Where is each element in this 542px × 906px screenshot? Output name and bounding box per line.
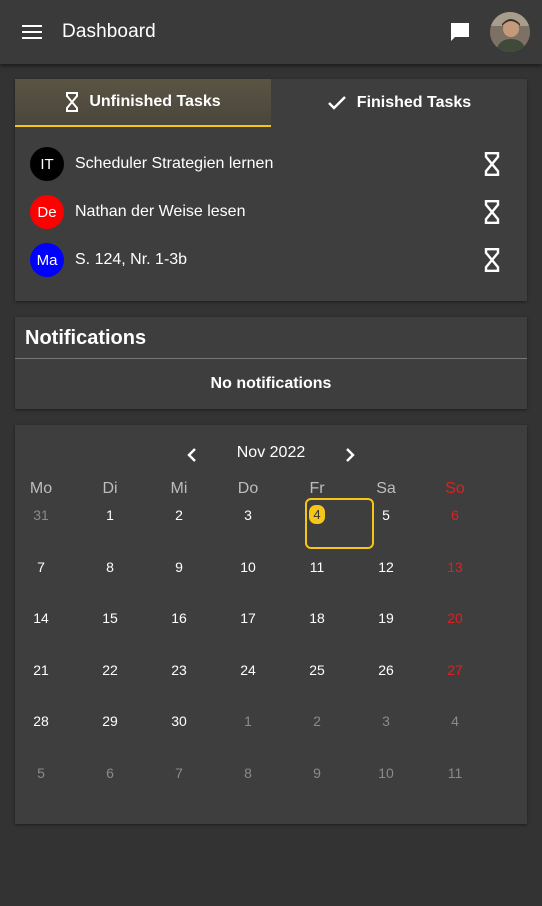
calendar-day[interactable]: 11 [297,559,337,575]
hourglass-icon [66,92,79,112]
calendar-day[interactable]: 28 [21,713,61,729]
hourglass-icon[interactable] [483,152,501,176]
check-icon [327,96,346,110]
page-title: Dashboard [62,21,156,42]
calendar-day[interactable]: 4 [297,505,337,524]
calendar-header: Nov 2022 [15,443,527,467]
calendar-day[interactable]: 30 [159,713,199,729]
calendar-day[interactable]: 2 [159,507,199,523]
calendar-day[interactable]: 23 [159,662,199,678]
calendar-day[interactable]: 3 [228,507,268,523]
calendar-day[interactable]: 11 [435,765,475,781]
menu-icon [22,25,42,39]
calendar-day[interactable]: 29 [90,713,130,729]
selected-day-chip: 4 [309,505,325,524]
avatar[interactable] [490,12,530,52]
calendar-day[interactable]: 21 [21,662,61,678]
calendar-day[interactable]: 22 [90,662,130,678]
task-label: Scheduler Strategien lernen [75,155,274,172]
hourglass-icon[interactable] [483,248,501,272]
weekday-label: Mo [29,480,53,497]
calendar-day[interactable]: 8 [90,559,130,575]
calendar-day[interactable]: 20 [435,610,475,626]
task-label: Nathan der Weise lesen [75,203,246,220]
task-tabs: Unfinished Tasks Finished Tasks [15,79,527,127]
calendar-day[interactable]: 1 [90,507,130,523]
list-item[interactable]: De Nathan der Weise lesen [15,190,527,238]
calendar-day[interactable]: 10 [228,559,268,575]
task-label: S. 124, Nr. 1-3b [75,251,188,268]
calendar-day[interactable]: 25 [297,662,337,678]
subject-avatar: De [30,195,64,229]
notifications-card: Notifications No notifications [15,317,527,409]
calendar-day[interactable]: 5 [21,765,61,781]
calendar-day[interactable]: 15 [90,610,130,626]
chat-button[interactable] [446,18,474,46]
chat-icon [451,23,469,41]
subject-avatar: Ma [30,243,64,277]
calendar-day[interactable]: 14 [21,610,61,626]
menu-button[interactable] [14,18,50,46]
tab-finished-tasks[interactable]: Finished Tasks [271,79,527,127]
calendar-day[interactable]: 5 [366,507,406,523]
chevron-left-icon [187,448,196,462]
tab-label: Unfinished Tasks [89,93,221,110]
task-list: IT Scheduler Strategien lernen De Nathan… [15,127,527,286]
calendar-day[interactable]: 6 [435,507,475,523]
chevron-right-icon [346,448,355,462]
tab-label: Finished Tasks [356,94,472,111]
calendar-day[interactable]: 24 [228,662,268,678]
calendar-day[interactable]: 13 [435,559,475,575]
app-bar: Dashboard [0,0,542,64]
calendar-day[interactable]: 2 [297,713,337,729]
calendar-day[interactable]: 31 [21,507,61,523]
notifications-title: Notifications [15,317,527,359]
calendar-day[interactable]: 6 [90,765,130,781]
weekday-label: Do [237,480,259,497]
calendar-day[interactable]: 1 [228,713,268,729]
weekday-label: So [445,480,465,497]
notifications-empty-text: No notifications [210,375,332,392]
weekday-label: Fr [309,480,325,497]
tab-unfinished-tasks[interactable]: Unfinished Tasks [15,79,271,127]
user-photo-icon [490,12,530,52]
next-month-button[interactable] [340,445,360,465]
calendar-month-label: Nov 2022 [236,444,306,461]
list-item[interactable]: IT Scheduler Strategien lernen [15,142,527,190]
calendar-day[interactable]: 27 [435,662,475,678]
list-item[interactable]: Ma S. 124, Nr. 1-3b [15,238,527,286]
calendar-day[interactable]: 7 [21,559,61,575]
calendar-day[interactable]: 9 [159,559,199,575]
calendar-day[interactable]: 4 [435,713,475,729]
subject-avatar: IT [30,147,64,181]
previous-month-button[interactable] [182,445,202,465]
calendar-day[interactable]: 3 [366,713,406,729]
calendar-day[interactable]: 16 [159,610,199,626]
weekday-label: Di [102,480,118,497]
calendar-day[interactable]: 12 [366,559,406,575]
hourglass-icon[interactable] [483,200,501,224]
weekday-label: Sa [376,480,396,497]
weekday-label: Mi [170,480,188,497]
calendar-day[interactable]: 7 [159,765,199,781]
tasks-card: Unfinished Tasks Finished Tasks IT Sched… [15,79,527,301]
calendar-card: Nov 2022 Mo Di Mi Do Fr Sa So 31 1 2 3 4 5 6 7 8 9 10 11 12… [15,425,527,824]
calendar-day[interactable]: 17 [228,610,268,626]
calendar-day[interactable]: 18 [297,610,337,626]
calendar-day[interactable]: 9 [297,765,337,781]
calendar-day[interactable]: 10 [366,765,406,781]
calendar-day[interactable]: 19 [366,610,406,626]
calendar-day[interactable]: 8 [228,765,268,781]
calendar-day[interactable]: 26 [366,662,406,678]
